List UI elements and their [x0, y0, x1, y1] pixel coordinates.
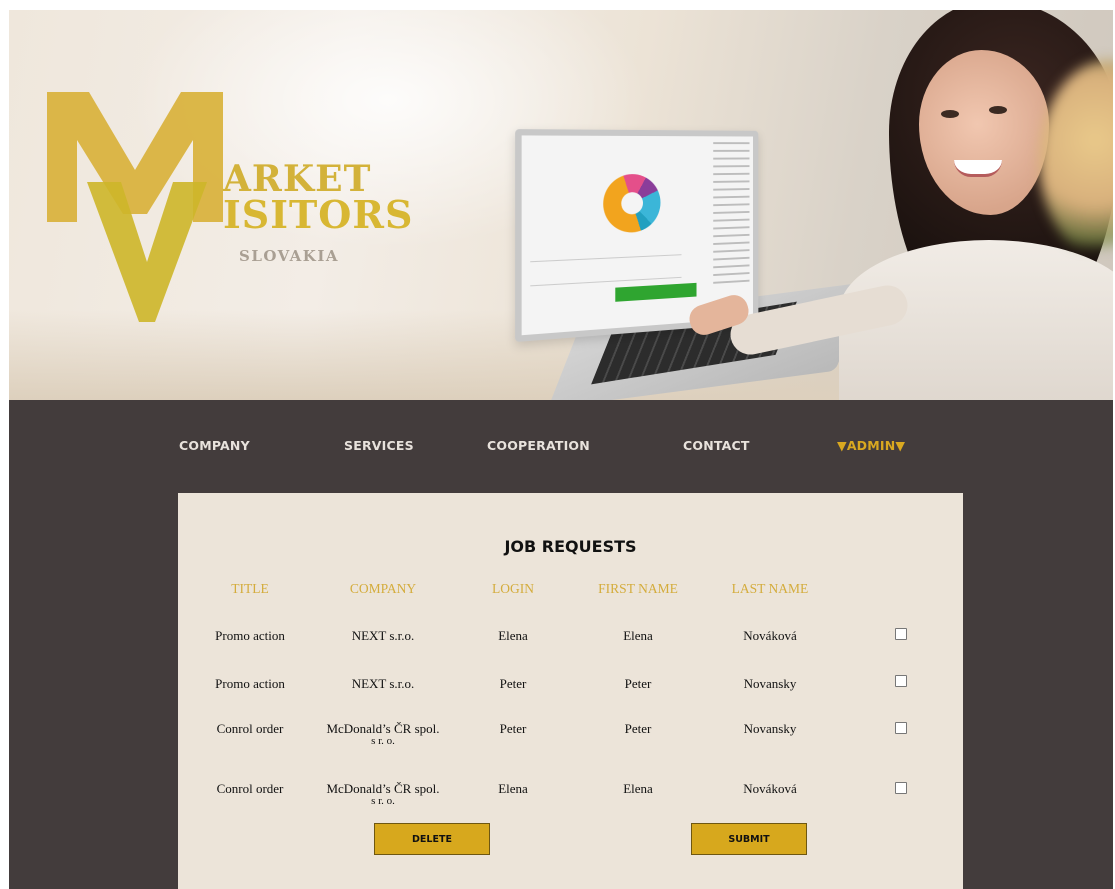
- cell-login: Peter: [473, 722, 553, 735]
- page-frame: ARKET ISITORS SLOVAKIA COMPANY SERVICES: [9, 10, 1113, 889]
- cell-company-line2: s r. o.: [313, 735, 453, 748]
- cell-first-name: Elena: [598, 782, 678, 795]
- cell-last-name: Nováková: [720, 782, 820, 795]
- nav-services[interactable]: SERVICES: [344, 438, 414, 453]
- cell-title: Conrol order: [200, 782, 300, 795]
- row-select-checkbox[interactable]: [895, 675, 907, 687]
- market-visitors-logo[interactable]: ARKET ISITORS SLOVAKIA: [47, 92, 427, 332]
- screen-sidebar: [713, 142, 749, 288]
- cell-login: Elena: [473, 782, 553, 795]
- cell-title: Promo action: [200, 629, 300, 642]
- nav-contact[interactable]: CONTACT: [683, 438, 750, 453]
- row-select-checkbox[interactable]: [895, 782, 907, 794]
- cell-first-name: Peter: [598, 677, 678, 690]
- cell-company-line2: s r. o.: [313, 795, 453, 808]
- nav-cooperation[interactable]: COOPERATION: [487, 438, 590, 453]
- cell-last-name: Nováková: [720, 629, 820, 642]
- nav-company[interactable]: COMPANY: [179, 438, 250, 453]
- column-header-login: LOGIN: [473, 581, 553, 597]
- delete-button[interactable]: DELETE: [374, 823, 490, 855]
- cell-company: NEXT s.r.o.: [313, 629, 453, 642]
- logo-line2: ISITORS: [223, 192, 413, 237]
- main-nav: COMPANY SERVICES COOPERATION CONTACT ▼AD…: [9, 400, 1113, 490]
- row-select-checkbox[interactable]: [895, 722, 907, 734]
- nav-admin-dropdown[interactable]: ▼ADMIN▼: [837, 438, 905, 453]
- cell-title: Promo action: [200, 677, 300, 690]
- column-header-last-name: LAST NAME: [720, 581, 820, 597]
- hero-banner: ARKET ISITORS SLOVAKIA: [9, 10, 1113, 400]
- cell-company: McDonald’s ČR spol.: [313, 782, 453, 795]
- cell-first-name: Elena: [598, 629, 678, 642]
- cell-login: Elena: [473, 629, 553, 642]
- column-header-title: TITLE: [210, 581, 290, 597]
- cell-login: Peter: [473, 677, 553, 690]
- logo-subtitle: SLOVAKIA: [239, 247, 339, 265]
- cell-company: NEXT s.r.o.: [313, 677, 453, 690]
- pie-chart-illustration: [603, 174, 660, 234]
- page-title: JOB REQUESTS: [178, 537, 963, 556]
- cell-last-name: Novansky: [720, 722, 820, 735]
- submit-button[interactable]: SUBMIT: [691, 823, 807, 855]
- column-header-first-name: FIRST NAME: [583, 581, 693, 597]
- eye-left: [941, 110, 959, 118]
- eye-right: [989, 106, 1007, 114]
- cell-last-name: Novansky: [720, 677, 820, 690]
- cell-company: McDonald’s ČR spol.: [313, 722, 453, 735]
- cell-title: Conrol order: [200, 722, 300, 735]
- column-header-company: COMPANY: [323, 581, 443, 597]
- cell-first-name: Peter: [598, 722, 678, 735]
- job-requests-panel: JOB REQUESTS TITLE COMPANY LOGIN FIRST N…: [178, 493, 963, 889]
- screen-rows: [530, 254, 681, 286]
- screen-progress-bar: [615, 283, 696, 302]
- row-select-checkbox[interactable]: [895, 628, 907, 640]
